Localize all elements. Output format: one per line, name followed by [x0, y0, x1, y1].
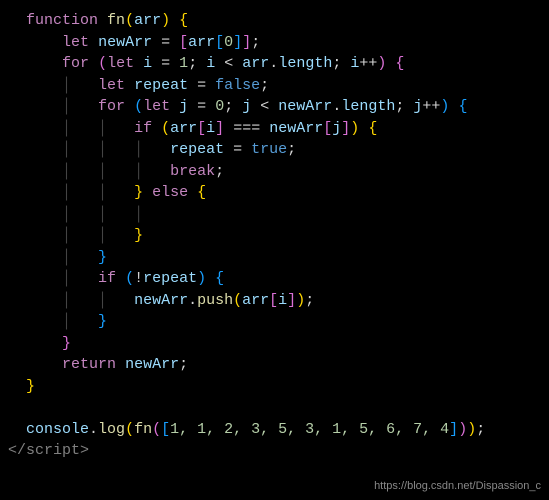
code-block: function fn(arr) { let newArr = [arr[0]]… [0, 0, 549, 462]
array-literal: 1, 1, 2, 3, 5, 3, 1, 5, 6, 7, 4 [170, 421, 449, 438]
kw-function: function [26, 12, 98, 29]
watermark: https://blog.csdn.net/Dispassion_c [374, 480, 541, 492]
closing-script-tag: </script> [8, 442, 89, 459]
fn-name: fn [107, 12, 125, 29]
